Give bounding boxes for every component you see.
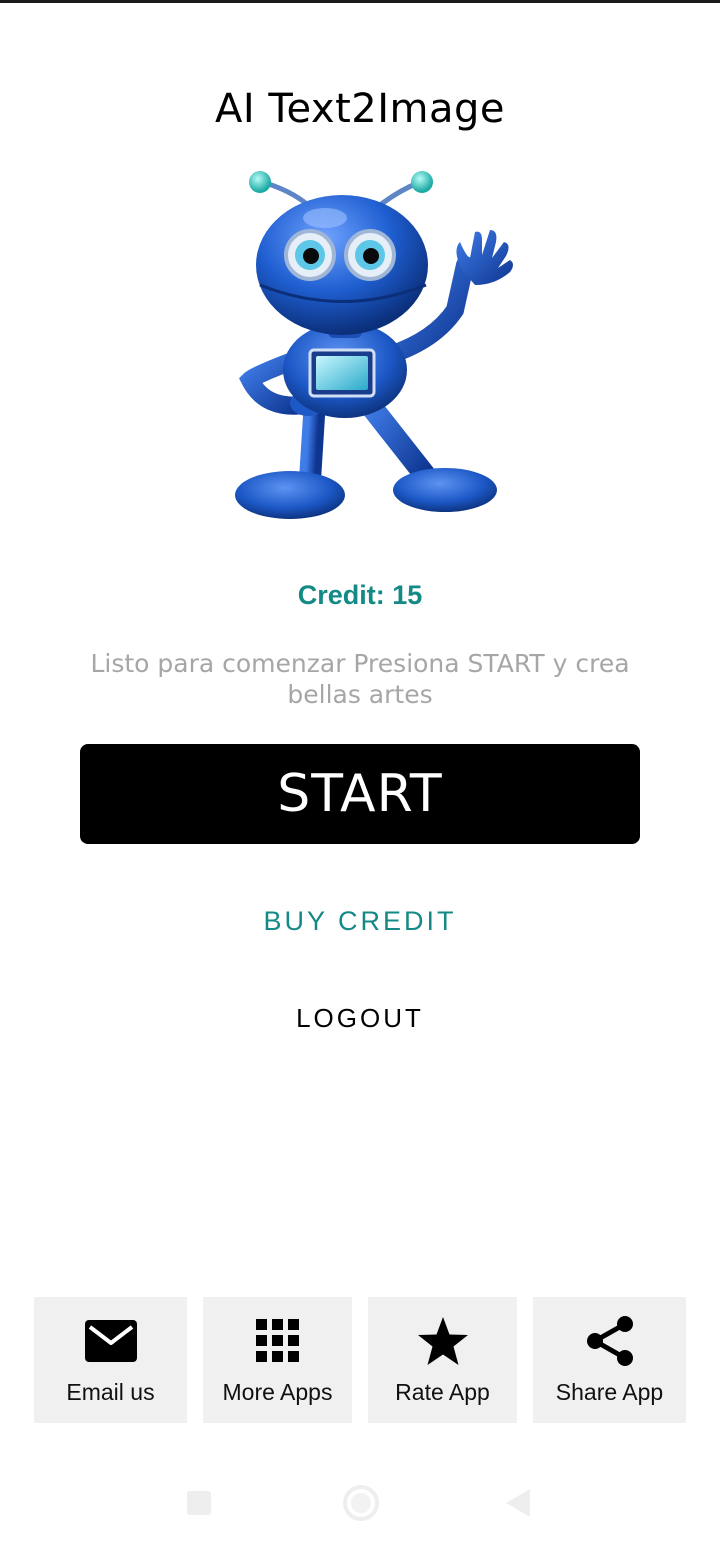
email-us-label: Email us: [66, 1379, 155, 1405]
buy-credit-button[interactable]: BUY CREDIT: [0, 906, 720, 937]
robot-mascot-image: [235, 171, 513, 519]
share-icon: [580, 1315, 640, 1367]
rate-app-button[interactable]: Rate App: [368, 1297, 517, 1423]
bottom-action-bar: Email us More Apps Rate App Share App: [0, 1297, 720, 1423]
credit-counter: Credit: 15: [297, 580, 423, 610]
home-button[interactable]: [342, 1484, 380, 1526]
main-screen: AI Text2Image Credit: 15 Listo para come…: [0, 0, 720, 1548]
status-message: Listo para comenzar Presiona START y cre…: [90, 649, 630, 709]
top-divider: [0, 0, 720, 3]
rate-app-label: Rate App: [395, 1379, 490, 1405]
app-title: AI Text2Image: [215, 86, 505, 132]
recents-button[interactable]: [186, 1490, 212, 1520]
share-app-button[interactable]: Share App: [533, 1297, 686, 1423]
email-us-button[interactable]: Email us: [34, 1297, 187, 1423]
share-app-label: Share App: [555, 1379, 664, 1405]
mail-icon: [81, 1315, 141, 1367]
more-apps-label: More Apps: [222, 1379, 333, 1405]
system-navigation-bar: [0, 1470, 720, 1534]
grid-icon: [248, 1315, 308, 1367]
back-button[interactable]: [505, 1488, 531, 1522]
star-icon: [413, 1315, 473, 1367]
more-apps-button[interactable]: More Apps: [203, 1297, 352, 1423]
logout-button[interactable]: LOGOUT: [0, 1003, 720, 1034]
start-button[interactable]: START: [80, 744, 640, 844]
